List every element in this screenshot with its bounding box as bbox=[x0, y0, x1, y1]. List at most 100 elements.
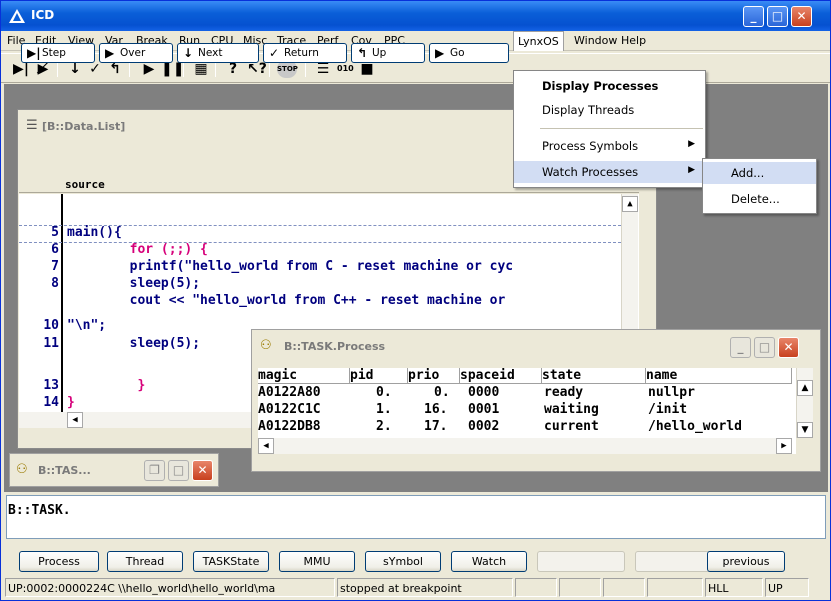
watch-button[interactable]: Watch bbox=[451, 551, 527, 572]
status-address: UP:0002:0000224C \\hello_world\hello_wor… bbox=[5, 578, 335, 597]
task-close-button[interactable]: ✕ bbox=[778, 337, 799, 358]
scroll-down-arrow[interactable]: ▼ bbox=[797, 422, 813, 438]
task-vertical-scrollbar[interactable]: ▲ ▼ bbox=[796, 368, 813, 438]
cell-magic: A0122A80 bbox=[258, 385, 321, 400]
mmu-button[interactable]: MMU bbox=[279, 551, 355, 572]
title-bar[interactable]: ICD _ □ ✕ bbox=[1, 1, 830, 31]
up-icon: ↰ bbox=[357, 46, 368, 60]
menu-item-delete[interactable]: Delete... bbox=[703, 188, 816, 210]
toolbar-separator bbox=[269, 61, 270, 77]
status-level: UP bbox=[765, 578, 809, 597]
column-header-prio[interactable]: prio bbox=[408, 368, 460, 384]
cell-pid: 0. bbox=[376, 385, 392, 400]
step-button[interactable]: ▶| Step bbox=[21, 43, 95, 63]
process-icon: ⚇ bbox=[16, 462, 28, 477]
code-line: cout << "hello_world from C++ - reset ma… bbox=[67, 293, 506, 308]
column-label: prio bbox=[408, 368, 440, 383]
process-icon: ⚇ bbox=[260, 338, 272, 353]
close-button[interactable]: ✕ bbox=[192, 460, 213, 481]
data-list-title: [B::Data.List] bbox=[42, 120, 126, 133]
code-line: } bbox=[67, 378, 146, 393]
cell-name: nullpr bbox=[648, 385, 695, 400]
cell-prio: 16. bbox=[424, 402, 448, 417]
scroll-right-arrow[interactable]: ▶ bbox=[776, 438, 792, 454]
over-button[interactable]: ▶ Over bbox=[99, 43, 173, 63]
code-line: for (;;) { bbox=[67, 242, 208, 257]
menu-item-display-processes[interactable]: Display Processes bbox=[514, 75, 705, 97]
scroll-left-arrow[interactable]: ◀ bbox=[67, 412, 83, 428]
menu-item-watch-processes[interactable]: Watch Processes ▶ bbox=[514, 161, 705, 183]
process-button[interactable]: Process bbox=[19, 551, 99, 572]
menu-help[interactable]: Help bbox=[621, 34, 646, 47]
menu-item-add[interactable]: Add... bbox=[703, 162, 816, 184]
menu-item-label: Watch Processes bbox=[542, 165, 639, 179]
command-line-area[interactable] bbox=[6, 495, 826, 539]
up-label: Up bbox=[372, 47, 387, 59]
cell-magic: A0122DB8 bbox=[258, 419, 321, 434]
scroll-up-arrow[interactable]: ▲ bbox=[797, 380, 813, 396]
task-minimize-button[interactable]: _ bbox=[730, 337, 751, 358]
cell-state: waiting bbox=[544, 402, 599, 417]
list-icon: ☰ bbox=[26, 118, 38, 133]
line-number: 14 bbox=[43, 395, 59, 410]
code-line: sleep(5); bbox=[67, 276, 201, 291]
trace32-logo-icon bbox=[9, 9, 25, 23]
maximize-button[interactable]: □ bbox=[767, 6, 788, 27]
task-process-titlebar[interactable]: ⚇ B::TASK.Process _ □ ✕ bbox=[252, 330, 820, 364]
line-number: 8 bbox=[51, 276, 59, 291]
empty-button bbox=[537, 551, 625, 572]
status-cell bbox=[559, 578, 601, 597]
icd-main-window: ICD _ □ ✕ File Edit View Var Break Run C… bbox=[0, 0, 831, 601]
minimized-window-title: B::TAS... bbox=[38, 464, 91, 477]
task-process-title: B::TASK.Process bbox=[284, 340, 386, 353]
column-header-spaceid[interactable]: spaceid bbox=[460, 368, 542, 384]
menu-item-label: Add... bbox=[731, 166, 765, 180]
command-input[interactable]: B::TASK. bbox=[8, 503, 71, 518]
scroll-left-arrow[interactable]: ◀ bbox=[258, 438, 274, 454]
symbol-button[interactable]: sYmbol bbox=[365, 551, 441, 572]
status-cell bbox=[647, 578, 703, 597]
minimize-button[interactable]: _ bbox=[743, 6, 764, 27]
column-label: pid bbox=[350, 368, 374, 383]
maximize-button[interactable]: □ bbox=[168, 460, 189, 481]
cell-magic: A0122C1C bbox=[258, 402, 321, 417]
over-label: Over bbox=[120, 47, 146, 59]
scroll-up-arrow[interactable]: ▲ bbox=[622, 196, 638, 212]
menu-window[interactable]: Window bbox=[574, 34, 617, 47]
previous-button[interactable]: previous bbox=[707, 551, 785, 572]
menu-item-display-threads[interactable]: Display Threads bbox=[514, 99, 705, 121]
status-state: stopped at breakpoint bbox=[337, 578, 513, 597]
cell-prio: 17. bbox=[424, 419, 448, 434]
menu-item-process-symbols[interactable]: Process Symbols ▶ bbox=[514, 135, 705, 157]
cell-pid: 1. bbox=[376, 402, 392, 417]
close-button[interactable]: ✕ bbox=[791, 6, 812, 27]
thread-button[interactable]: Thread bbox=[107, 551, 183, 572]
code-line: } bbox=[67, 395, 75, 410]
task-maximize-button[interactable]: □ bbox=[754, 337, 775, 358]
column-header-state[interactable]: state bbox=[542, 368, 646, 384]
return-label: Return bbox=[284, 47, 319, 59]
column-header-magic[interactable]: magic bbox=[258, 368, 350, 384]
line-number: 10 bbox=[43, 318, 59, 333]
menu-item-label: Display Threads bbox=[542, 103, 635, 117]
cell-spaceid: 0002 bbox=[468, 419, 500, 434]
step-over-icon: ▶ bbox=[105, 46, 115, 60]
minimized-task-window[interactable]: ⚇ B::TAS... ❐ □ ✕ bbox=[9, 453, 219, 487]
go-button[interactable]: ▶ Go bbox=[429, 43, 509, 63]
task-horizontal-scrollbar[interactable]: ◀ ▶ bbox=[258, 438, 792, 454]
restore-button[interactable]: ❐ bbox=[144, 460, 165, 481]
taskstate-button[interactable]: TASKState bbox=[193, 551, 269, 572]
column-label: spaceid bbox=[460, 368, 515, 383]
column-header-name[interactable]: name bbox=[646, 368, 792, 384]
up-button[interactable]: ↰ Up bbox=[351, 43, 425, 63]
column-label: magic bbox=[258, 368, 298, 383]
toolbar-separator bbox=[215, 61, 216, 77]
next-button[interactable]: ↓ Next bbox=[177, 43, 259, 63]
cell-spaceid: 0000 bbox=[468, 385, 500, 400]
column-header-pid[interactable]: pid bbox=[350, 368, 408, 384]
menu-item-label: Display Processes bbox=[542, 79, 659, 93]
menu-lynxos[interactable]: LynxOS bbox=[513, 31, 564, 51]
toolbar-separator bbox=[305, 61, 306, 77]
status-bar: UP:0002:0000224C \\hello_world\hello_wor… bbox=[5, 578, 827, 598]
return-button[interactable]: ✓ Return bbox=[263, 43, 347, 63]
